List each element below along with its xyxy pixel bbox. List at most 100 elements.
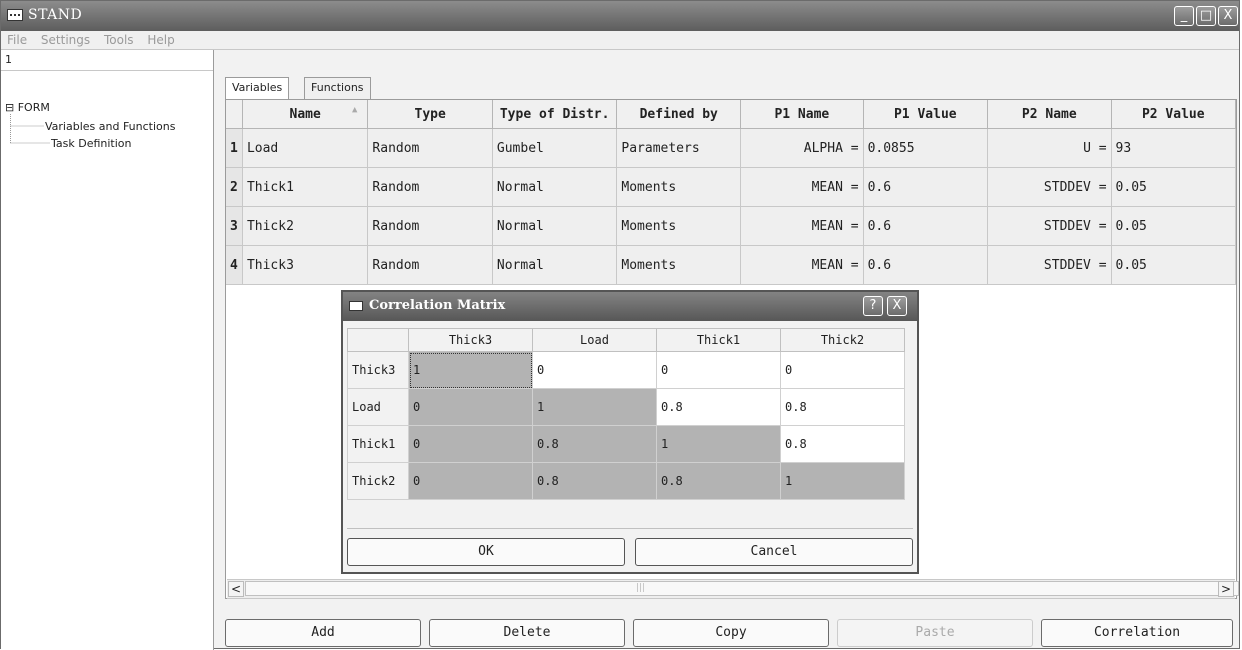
cell-p1-name[interactable]: ALPHA = [740,128,864,168]
table-row[interactable]: 3 Thick2 Random Normal Moments MEAN = 0.… [226,206,1237,246]
cell-p1-name[interactable]: MEAN = [740,245,864,285]
column-header-p2-value[interactable]: P2 Value [1111,100,1237,129]
row-number[interactable]: 4 [226,245,243,285]
column-header-p2-name[interactable]: P2 Name [987,100,1112,129]
tree-node-variables-functions[interactable]: Variables and Functions [45,120,175,133]
correlation-button[interactable]: Correlation [1041,619,1233,647]
cell-defined-by[interactable]: Moments [616,206,742,246]
cell-distribution[interactable]: Normal [492,167,618,207]
correlation-cell[interactable]: 0 [408,462,533,500]
column-header[interactable]: Load [532,328,657,352]
column-header-type-of-distr[interactable]: Type of Distr. [492,100,618,129]
scroll-left-button[interactable]: < [228,581,244,597]
column-header-type[interactable]: Type [367,100,493,129]
menu-settings[interactable]: Settings [41,31,90,49]
cell-p2-name[interactable]: STDDEV = [987,245,1112,285]
cell-p1-value[interactable]: 0.6 [863,167,989,207]
row-number[interactable]: 3 [226,206,243,246]
cell-p2-name[interactable]: STDDEV = [987,167,1112,207]
maximize-button[interactable]: □ [1196,6,1216,26]
add-button[interactable]: Add [225,619,421,647]
cell-name[interactable]: Load [242,128,369,168]
cell-p2-value[interactable]: 0.05 [1111,245,1237,285]
table-row[interactable]: 2 Thick1 Random Normal Moments MEAN = 0.… [226,167,1237,207]
cell-p1-value[interactable]: 0.6 [863,206,989,246]
column-header-p1-value[interactable]: P1 Value [863,100,989,129]
cell-type[interactable]: Random [367,128,493,168]
cell-p2-value[interactable]: 93 [1111,128,1237,168]
tree-node-form[interactable]: ⊟ FORM [5,101,50,114]
column-header[interactable]: Thick3 [408,328,533,352]
table-row[interactable]: 4 Thick3 Random Normal Moments MEAN = 0.… [226,245,1237,285]
correlation-cell[interactable]: 0.8 [656,462,781,500]
correlation-row[interactable]: Thick1 0 0.8 1 0.8 [347,425,905,463]
cell-p1-name[interactable]: MEAN = [740,167,864,207]
dialog-close-button[interactable]: X [887,296,907,316]
correlation-cell[interactable]: 1 [532,388,657,426]
close-button[interactable]: X [1218,6,1238,26]
cell-defined-by[interactable]: Moments [616,167,742,207]
scrollbar-thumb[interactable]: ||| [245,581,1239,596]
correlation-cell[interactable]: 0 [408,425,533,463]
cell-name[interactable]: Thick1 [242,167,369,207]
menu-file[interactable]: File [7,31,27,49]
cell-p2-name[interactable]: U = [987,128,1112,168]
copy-button[interactable]: Copy [633,619,829,647]
row-number[interactable]: 2 [226,167,243,207]
minimize-button[interactable]: _ [1174,6,1194,26]
cell-distribution[interactable]: Normal [492,206,618,246]
correlation-cell[interactable]: 0 [532,351,657,389]
column-header[interactable]: Thick2 [780,328,905,352]
cell-p2-value[interactable]: 0.05 [1111,167,1237,207]
cell-p1-value[interactable]: 0.0855 [863,128,989,168]
row-header[interactable]: Thick2 [347,462,409,500]
delete-button[interactable]: Delete [429,619,625,647]
table-row[interactable]: 1 Load Random Gumbel Parameters ALPHA = … [226,128,1237,168]
menu-tools[interactable]: Tools [104,31,134,49]
column-header[interactable]: Thick1 [656,328,781,352]
cell-type[interactable]: Random [367,167,493,207]
ok-button[interactable]: OK [347,538,625,566]
cell-p1-value[interactable]: 0.6 [863,245,989,285]
column-header-p1-name[interactable]: P1 Name [740,100,864,129]
menu-help[interactable]: Help [147,31,174,49]
tab-variables[interactable]: Variables [225,77,290,100]
correlation-row[interactable]: Load 0 1 0.8 0.8 [347,388,905,426]
cell-p2-name[interactable]: STDDEV = [987,206,1112,246]
help-button[interactable]: ? [863,296,883,316]
correlation-cell[interactable]: 0.8 [780,388,905,426]
correlation-row[interactable]: Thick3 1 0 0 0 [347,351,905,389]
cell-defined-by[interactable]: Moments [616,245,742,285]
correlation-cell[interactable]: 1 [656,425,781,463]
correlation-cell[interactable]: 0 [408,388,533,426]
row-header[interactable]: Thick1 [347,425,409,463]
paste-button[interactable]: Paste [837,619,1033,647]
cancel-button[interactable]: Cancel [635,538,913,566]
cell-p1-name[interactable]: MEAN = [740,206,864,246]
horizontal-scrollbar[interactable]: < ||| > [227,579,1239,599]
correlation-cell[interactable]: 0 [656,351,781,389]
correlation-cell[interactable]: 0.8 [780,425,905,463]
cell-distribution[interactable]: Gumbel [492,128,618,168]
cell-distribution[interactable]: Normal [492,245,618,285]
tab-functions[interactable]: Functions [304,77,371,99]
correlation-cell[interactable]: 0.8 [656,388,781,426]
cell-type[interactable]: Random [367,245,493,285]
correlation-cell[interactable]: 0.8 [532,462,657,500]
cell-defined-by[interactable]: Parameters [616,128,742,168]
correlation-cell[interactable]: 1 [780,462,905,500]
scroll-right-button[interactable]: > [1218,581,1234,597]
cell-name[interactable]: Thick2 [242,206,369,246]
tree-node-task-definition[interactable]: Task Definition [51,137,132,150]
cell-p2-value[interactable]: 0.05 [1111,206,1237,246]
correlation-cell[interactable]: 1 [408,351,533,389]
correlation-cell[interactable]: 0 [780,351,905,389]
column-header-defined-by[interactable]: Defined by [616,100,742,129]
tree-expander-icon[interactable]: ⊟ [5,101,14,114]
cell-name[interactable]: Thick3 [242,245,369,285]
correlation-cell[interactable]: 0.8 [532,425,657,463]
cell-type[interactable]: Random [367,206,493,246]
row-header[interactable]: Load [347,388,409,426]
row-number[interactable]: 1 [226,128,243,168]
title-bar[interactable]: STAND _ □ X [1,1,1239,31]
